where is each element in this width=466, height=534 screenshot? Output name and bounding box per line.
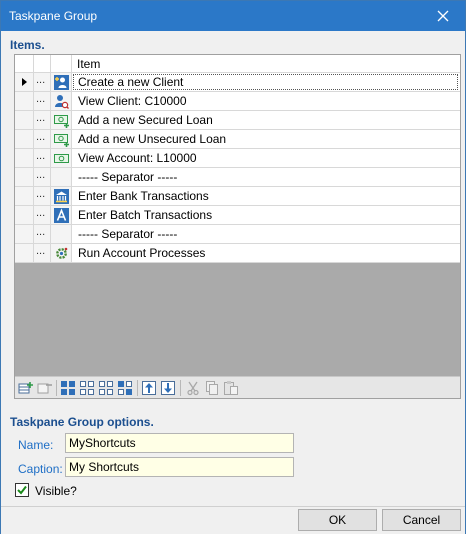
items-section-label: Items. <box>10 38 45 52</box>
header-icon-cell <box>51 55 72 72</box>
row-ellipsis-button[interactable]: ... <box>34 187 51 205</box>
row-ellipsis-button[interactable]: ... <box>34 206 51 224</box>
row-indicator <box>15 187 34 205</box>
table-row[interactable]: ... ----- Separator ----- <box>15 225 460 244</box>
visible-label: Visible? <box>35 484 77 498</box>
copy-icon[interactable] <box>204 380 220 396</box>
row-icon-cell[interactable] <box>51 149 72 167</box>
options-section-label: Taskpane Group options. <box>10 415 154 429</box>
deselect-all-icon[interactable] <box>79 380 95 396</box>
select-all-icon[interactable] <box>60 380 76 396</box>
row-indicator <box>15 168 34 186</box>
header-indicator-cell <box>15 55 34 72</box>
row-ellipsis-button[interactable]: ... <box>34 130 51 148</box>
row-icon-cell[interactable] <box>51 73 72 91</box>
toolbar-separator <box>180 380 181 396</box>
table-row[interactable]: ... Enter Bank Transactions <box>15 187 460 206</box>
bank-icon <box>54 189 69 204</box>
header-item-cell[interactable]: Item <box>72 55 459 72</box>
row-icon-cell[interactable] <box>51 206 72 224</box>
row-icon-cell[interactable] <box>51 111 72 129</box>
row-item-cell[interactable]: Enter Batch Transactions <box>72 206 459 224</box>
header-dots-cell <box>34 55 51 72</box>
table-row[interactable]: ... Enter Batch Transactions <box>15 206 460 225</box>
row-icon-cell[interactable] <box>51 225 72 243</box>
row-icon-cell[interactable] <box>51 92 72 110</box>
money-add-icon <box>54 134 69 147</box>
item-column-header: Item <box>77 57 101 71</box>
paste-icon[interactable] <box>223 380 239 396</box>
row-item-cell[interactable]: Add a new Secured Loan <box>72 111 459 129</box>
delete-row-icon[interactable] <box>37 380 53 396</box>
caption-label: Caption: <box>18 462 63 476</box>
title-bar: Taskpane Group <box>1 1 465 31</box>
client-view-icon <box>55 95 69 109</box>
grid-header-row: Item <box>15 55 460 73</box>
row-icon-cell[interactable] <box>51 244 72 262</box>
toolbar-separator <box>137 380 138 396</box>
items-grid-rows: Item ... Create a new Client ... View Cl… <box>15 55 460 263</box>
close-icon <box>437 10 449 22</box>
batch-icon <box>54 208 69 223</box>
select-column-icon[interactable] <box>98 380 114 396</box>
row-icon-cell[interactable] <box>51 187 72 205</box>
row-indicator <box>15 111 34 129</box>
caption-field[interactable]: My Shortcuts <box>65 457 294 477</box>
table-row[interactable]: ... Create a new Client <box>15 73 460 92</box>
row-indicator <box>15 149 34 167</box>
row-item-cell[interactable]: ----- Separator ----- <box>72 225 459 243</box>
row-icon-cell[interactable] <box>51 130 72 148</box>
table-row[interactable]: ... ----- Separator ----- <box>15 168 460 187</box>
dialog-window: Taskpane Group Items. Item ... Create a … <box>0 0 466 534</box>
row-item-cell[interactable]: View Account: L10000 <box>72 149 459 167</box>
insert-row-icon[interactable] <box>18 380 34 396</box>
row-item-cell[interactable]: Add a new Unsecured Loan <box>72 130 459 148</box>
cut-icon[interactable] <box>185 380 201 396</box>
move-up-icon[interactable] <box>141 380 157 396</box>
name-label: Name: <box>18 438 54 452</box>
close-button[interactable] <box>421 1 465 31</box>
table-row[interactable]: ... Add a new Unsecured Loan <box>15 130 460 149</box>
row-ellipsis-button[interactable]: ... <box>34 149 51 167</box>
table-row[interactable]: ... View Account: L10000 <box>15 149 460 168</box>
row-indicator <box>15 92 34 110</box>
row-item-cell[interactable]: View Client: C10000 <box>72 92 459 110</box>
gear-icon <box>56 247 68 259</box>
row-item-cell[interactable]: Enter Bank Transactions <box>72 187 459 205</box>
row-icon-cell[interactable] <box>51 168 72 186</box>
row-ellipsis-button[interactable]: ... <box>34 244 51 262</box>
row-indicator <box>15 225 34 243</box>
row-indicator <box>15 130 34 148</box>
table-row[interactable]: ... Run Account Processes <box>15 244 460 263</box>
row-indicator <box>15 244 34 262</box>
current-row-arrow-icon <box>22 78 27 86</box>
window-title: Taskpane Group <box>9 9 98 23</box>
name-field[interactable]: MyShortcuts <box>65 433 294 453</box>
client-add-icon <box>54 75 69 90</box>
items-grid: Item ... Create a new Client ... View Cl… <box>14 54 461 399</box>
row-item-cell[interactable]: Create a new Client <box>72 73 459 91</box>
money-view-icon <box>54 154 69 163</box>
move-down-icon[interactable] <box>160 380 176 396</box>
row-ellipsis-button[interactable]: ... <box>34 111 51 129</box>
cancel-button[interactable]: Cancel <box>382 509 461 531</box>
table-row[interactable]: ... View Client: C10000 <box>15 92 460 111</box>
checkmark-icon <box>17 485 27 495</box>
ok-button[interactable]: OK <box>298 509 377 531</box>
visible-checkbox[interactable] <box>15 483 29 497</box>
row-indicator <box>15 206 34 224</box>
money-add-icon <box>54 115 69 128</box>
row-ellipsis-button[interactable]: ... <box>34 92 51 110</box>
row-item-cell[interactable]: ----- Separator ----- <box>72 168 459 186</box>
row-item-cell[interactable]: Run Account Processes <box>72 244 459 262</box>
row-ellipsis-button[interactable]: ... <box>34 225 51 243</box>
table-row[interactable]: ... Add a new Secured Loan <box>15 111 460 130</box>
toolbar-separator <box>56 380 57 396</box>
row-indicator <box>15 73 34 91</box>
grid-toolbar <box>15 376 460 398</box>
invert-selection-icon[interactable] <box>117 380 133 396</box>
row-ellipsis-button[interactable]: ... <box>34 168 51 186</box>
row-ellipsis-button[interactable]: ... <box>34 73 51 91</box>
